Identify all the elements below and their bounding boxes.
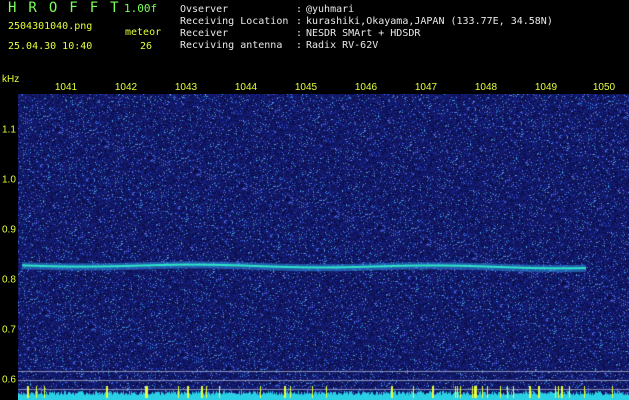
spectrogram-canvas[interactable] [18,94,629,400]
x-tick-label: 1046 [354,82,378,93]
separator: : [296,40,303,51]
x-tick-label: 1045 [294,82,318,93]
y-tick-label: 0.6 [2,374,16,386]
receiver-value: NESDR SMArt + HDSDR [306,28,421,39]
antenna-value: Radix RV-62V [306,40,379,51]
x-tick-label: 1050 [592,82,616,93]
antenna-label: Recviving antenna [180,40,283,51]
separator: : [296,4,303,15]
separator: : [296,28,303,39]
observer-label: Ovserver [180,4,229,15]
frequency-unit-label: kHz [2,74,20,85]
meteor-count: 26 [140,41,153,52]
y-tick-label: 0.8 [2,274,16,286]
version-label: 1.00f [124,2,158,15]
x-tick-label: 1041 [54,82,78,93]
location-label: Receiving Location [180,16,289,27]
y-tick-label: 0.7 [2,324,16,336]
x-tick-label: 1042 [114,82,138,93]
x-tick-label: 1049 [534,82,558,93]
timestamp: 25.04.30 10:40 [8,41,93,52]
observer-value: @yuhmari [306,4,355,15]
x-tick-label: 1047 [414,82,438,93]
separator: : [296,16,303,27]
x-tick-label: 1044 [234,82,258,93]
app-title: HROFFT [8,0,131,16]
receiver-label: Receiver [180,28,229,39]
x-tick-label: 1043 [174,82,198,93]
y-tick-label: 1.0 [2,174,16,186]
location-value: kurashiki,Okayama,JAPAN (133.77E, 34.58N… [306,16,553,27]
x-tick-label: 1048 [474,82,498,93]
y-tick-label: 1.1 [2,124,16,136]
image-filename: 2504301040.png [8,21,93,32]
mode-label: meteor [125,27,162,38]
y-tick-label: 0.9 [2,224,16,236]
